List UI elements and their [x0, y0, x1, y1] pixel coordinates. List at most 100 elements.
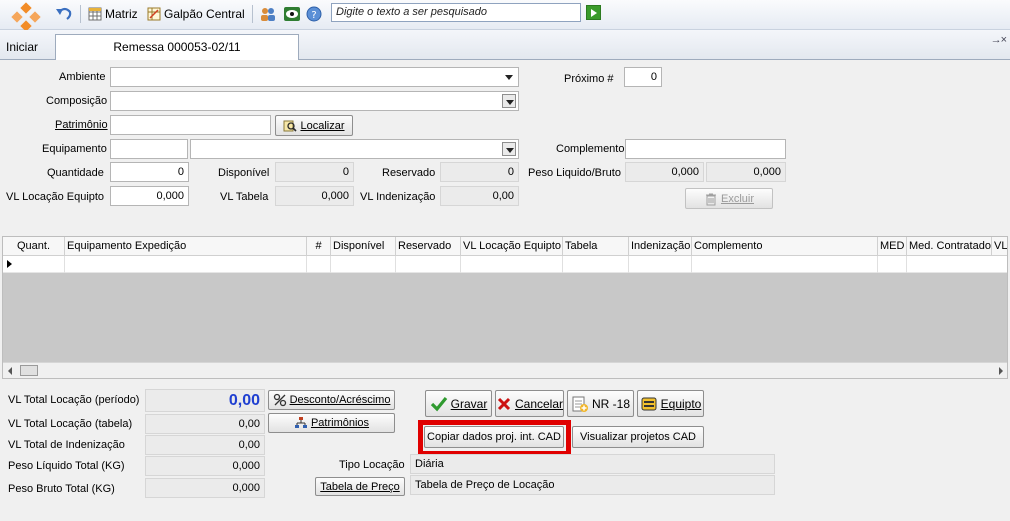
col-indenizacao[interactable]: Indenização: [629, 237, 692, 256]
search-go-icon[interactable]: [586, 5, 601, 20]
tab-home[interactable]: Iniciar: [6, 40, 38, 54]
view-icon[interactable]: [283, 4, 301, 24]
grid-icon: [88, 7, 102, 21]
chevron-down-icon[interactable]: [502, 70, 516, 84]
vl-tabela-label: VL Tabela: [220, 191, 269, 203]
tipo-locacao-value: Diária: [410, 454, 775, 474]
vl-locacao-input[interactable]: 0,000: [110, 186, 189, 206]
cross-icon: [496, 396, 512, 412]
patrimonio-label: Patrimônio: [55, 119, 108, 131]
composicao-select[interactable]: [110, 91, 519, 111]
discount-icon: [273, 393, 287, 407]
table-row[interactable]: [3, 256, 1007, 273]
chevron-down-icon[interactable]: [502, 94, 516, 108]
total-tabela-value: 0,00: [145, 414, 265, 434]
highlight-box: [418, 420, 571, 456]
visualizar-cad-button[interactable]: Visualizar projetos CAD: [572, 426, 704, 448]
total-periodo-label: VL Total Locação (período): [8, 394, 140, 406]
total-tabela-label: VL Total Locação (tabela): [8, 418, 133, 430]
col-vl[interactable]: VL: [992, 237, 1007, 256]
galpao-label: Galpão Central: [164, 7, 245, 21]
search-input[interactable]: Digite o texto a ser pesquisado: [331, 3, 581, 22]
vl-tabela-value: 0,000: [275, 186, 354, 206]
proximo-label: Próximo #: [564, 73, 614, 85]
vl-indenizacao-label: VL Indenização: [360, 191, 436, 203]
ambiente-select[interactable]: [110, 67, 519, 87]
complemento-input[interactable]: [625, 139, 786, 159]
equipamento-code-input[interactable]: [110, 139, 188, 159]
desconto-label: Desconto/Acréscimo: [289, 394, 391, 406]
reservado-label: Reservado: [382, 167, 436, 179]
peso-bruto-total-value: 0,000: [145, 478, 265, 498]
patrimonios-button[interactable]: Patrimônios: [268, 413, 395, 433]
disponivel-label: Disponível: [218, 167, 270, 179]
cancelar-label: Cancelar: [514, 396, 564, 411]
vl-locacao-label: VL Locação Equipto: [6, 191, 105, 203]
matriz-button[interactable]: Matriz: [88, 4, 138, 24]
main-toolbar: Matriz Galpão Central ? Digite o texto a…: [0, 0, 1010, 32]
document-add-icon: [571, 395, 589, 413]
tabela-preco-button[interactable]: Tabela de Preço: [315, 477, 405, 496]
col-equipamento[interactable]: Equipamento Expedição: [65, 237, 307, 256]
search-icon: [283, 119, 298, 133]
trash-icon: [704, 192, 718, 206]
reservado-value: 0: [440, 162, 519, 182]
peso-bruto-total-label: Peso Bruto Total (KG): [8, 483, 115, 495]
peso-liquido-total-value: 0,000: [145, 456, 265, 476]
tab-remessa[interactable]: Remessa 000053-02/11: [55, 34, 299, 60]
peso-liquido-total-label: Peso Líquido Total (KG): [8, 460, 125, 472]
patrimonio-input[interactable]: [110, 115, 271, 135]
total-periodo-value: 0,00: [145, 389, 265, 412]
complemento-label: Complemento: [556, 143, 625, 155]
nr18-button[interactable]: NR -18: [567, 390, 634, 417]
col-disponivel[interactable]: Disponível: [331, 237, 396, 256]
matriz-label: Matriz: [105, 7, 138, 21]
cancelar-button[interactable]: Cancelar: [495, 390, 564, 417]
undo-icon[interactable]: [55, 4, 73, 24]
col-numero[interactable]: #: [307, 237, 331, 256]
col-vl-locacao[interactable]: VL Locação Equipto: [461, 237, 563, 256]
col-complemento[interactable]: Complemento: [692, 237, 878, 256]
localizar-label: Localizar: [300, 119, 345, 132]
localizar-button[interactable]: Localizar: [275, 115, 353, 136]
tab-bar: Iniciar Remessa 000053-02/11 →×: [0, 30, 1010, 60]
peso-bruto-value: 0,000: [706, 162, 786, 182]
nr18-label: NR -18: [592, 396, 631, 411]
quantidade-label: Quantidade: [47, 167, 104, 179]
excluir-button[interactable]: Excluir: [685, 188, 773, 209]
quantidade-input[interactable]: 0: [110, 162, 189, 182]
disponivel-value: 0: [275, 162, 354, 182]
total-indenizacao-label: VL Total de Indenização: [8, 439, 125, 451]
proximo-input[interactable]: 0: [624, 67, 662, 87]
col-quant[interactable]: Quant.: [3, 237, 65, 256]
chevron-down-icon[interactable]: [502, 142, 516, 156]
equipto-button[interactable]: Equipto: [637, 390, 704, 417]
help-icon[interactable]: ?: [306, 4, 322, 24]
scroll-thumb[interactable]: [20, 365, 38, 376]
tipo-locacao-label: Tipo Locação: [339, 459, 405, 471]
gravar-label: Gravar: [450, 396, 488, 411]
close-tab-icon[interactable]: →×: [991, 34, 1007, 46]
users-icon[interactable]: [259, 4, 277, 24]
checkmark-icon: [430, 395, 448, 413]
grid-header: Quant. Equipamento Expedição # Disponíve…: [3, 237, 1007, 256]
excluir-label: Excluir: [720, 192, 754, 205]
galpao-button[interactable]: Galpão Central: [147, 4, 245, 24]
scroll-left-icon[interactable]: [8, 367, 12, 375]
equipment-grid[interactable]: Quant. Equipamento Expedição # Disponíve…: [2, 236, 1008, 379]
peso-label: Peso Liquido/Bruto: [528, 167, 621, 179]
visualizar-cad-label: Visualizar projetos CAD: [580, 431, 696, 443]
horizontal-scrollbar[interactable]: [3, 362, 1007, 378]
gravar-button[interactable]: Gravar: [425, 390, 492, 417]
equipamento-select[interactable]: [190, 139, 519, 159]
hierarchy-icon: [294, 416, 308, 430]
desconto-button[interactable]: Desconto/Acréscimo: [268, 390, 395, 410]
scroll-right-icon[interactable]: [999, 367, 1003, 375]
total-indenizacao-value: 0,00: [145, 435, 265, 455]
col-reservado[interactable]: Reservado: [396, 237, 461, 256]
col-tabela[interactable]: Tabela: [563, 237, 629, 256]
col-med[interactable]: MED: [878, 237, 907, 256]
peso-liquido-value: 0,000: [625, 162, 704, 182]
patrimonios-label: Patrimônios: [310, 417, 370, 429]
col-med-contratado[interactable]: Med. Contratado: [907, 237, 992, 256]
